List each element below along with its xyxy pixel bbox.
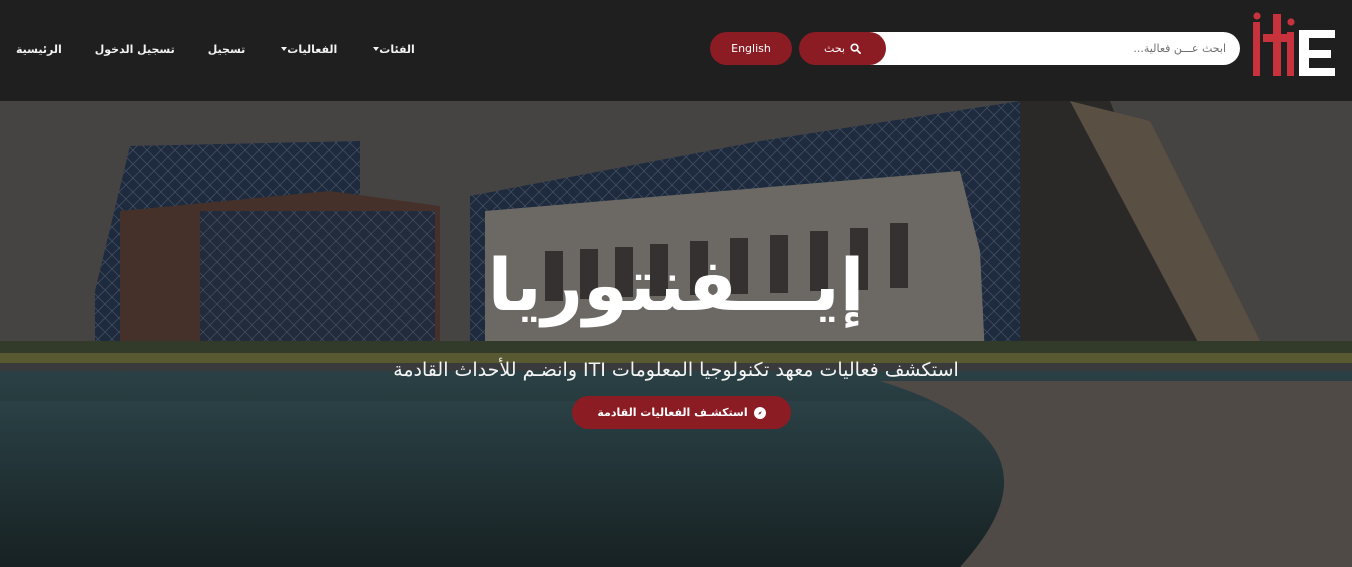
nav-item-label: الفعاليات xyxy=(287,42,338,56)
hero-section: إيـــفنتوريا استكشف فعاليات معهد تكنولوج… xyxy=(0,101,1352,567)
navbar: الرئيسية تسجيل الدخول تسجيل الفعاليات ال… xyxy=(0,0,1352,101)
nav-item-label: تسجيل الدخول xyxy=(94,42,175,56)
hero-title: إيـــفنتوريا xyxy=(487,243,866,327)
compass-icon xyxy=(753,406,766,419)
language-toggle-button[interactable]: English xyxy=(710,32,792,65)
nav-item-login[interactable]: تسجيل الدخول xyxy=(95,43,175,56)
search-input[interactable] xyxy=(869,32,1240,65)
hero-overlay xyxy=(0,101,1352,567)
search-bar: بحث xyxy=(799,32,1240,65)
caret-down-icon xyxy=(281,47,288,51)
nav-item-register[interactable]: تسجيل xyxy=(208,43,246,56)
explore-events-button[interactable]: استكشـف الفعاليات القادمة xyxy=(572,396,791,429)
search-button-label: بحث xyxy=(824,42,845,55)
search-icon xyxy=(850,43,861,54)
caret-down-icon xyxy=(373,47,380,51)
nav-item-home[interactable]: الرئيسية xyxy=(16,43,62,56)
search-button[interactable]: بحث xyxy=(799,32,886,65)
nav-links: الرئيسية تسجيل الدخول تسجيل الفعاليات ال… xyxy=(16,40,415,58)
nav-item-label: الرئيسية xyxy=(16,42,62,56)
nav-item-label: تسجيل xyxy=(207,42,246,56)
nav-item-label: الفئات xyxy=(379,42,415,56)
hero-subtitle: استكشف فعاليات معهد تكنولوجيا المعلومات … xyxy=(393,359,959,381)
nav-item-categories-dropdown[interactable]: الفئات xyxy=(370,43,415,56)
nav-item-events-dropdown[interactable]: الفعاليات xyxy=(278,43,337,56)
explore-events-label: استكشـف الفعاليات القادمة xyxy=(597,406,748,419)
iti-logo[interactable] xyxy=(1251,12,1337,78)
